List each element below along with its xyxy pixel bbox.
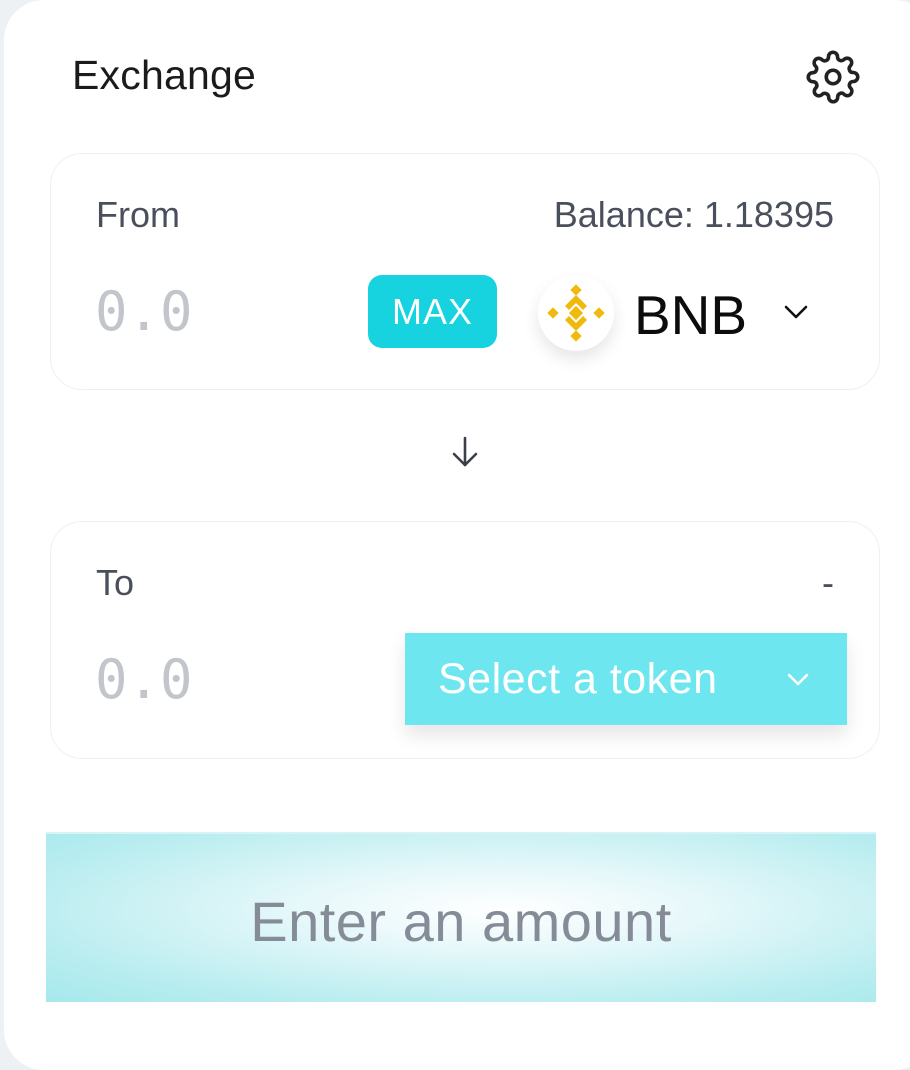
enter-amount-label: Enter an amount bbox=[250, 890, 672, 953]
bnb-logo-icon bbox=[547, 284, 605, 342]
to-label: To bbox=[96, 562, 135, 603]
gear-icon[interactable] bbox=[806, 50, 860, 104]
from-token-select[interactable]: BNB bbox=[531, 266, 831, 361]
select-token-button[interactable]: Select a token bbox=[405, 633, 847, 725]
from-panel: From Balance: 1.18395 MAX BN bbox=[50, 153, 880, 390]
token-logo bbox=[538, 275, 614, 351]
to-amount-input[interactable] bbox=[95, 644, 355, 714]
arrow-down-icon[interactable] bbox=[450, 435, 480, 469]
from-label: From bbox=[96, 194, 180, 235]
chevron-down-icon bbox=[787, 673, 809, 686]
page-title: Exchange bbox=[72, 52, 256, 98]
enter-amount-button[interactable]: Enter an amount bbox=[46, 832, 876, 1002]
chevron-down-icon bbox=[784, 305, 808, 319]
from-amount-input[interactable] bbox=[95, 276, 355, 346]
select-token-label: Select a token bbox=[438, 655, 718, 703]
token-symbol: BNB bbox=[634, 284, 748, 346]
max-button[interactable]: MAX bbox=[368, 275, 497, 348]
to-panel: To - Select a token bbox=[50, 521, 880, 759]
to-balance: - bbox=[822, 562, 834, 603]
from-balance: Balance: 1.18395 bbox=[553, 194, 834, 235]
